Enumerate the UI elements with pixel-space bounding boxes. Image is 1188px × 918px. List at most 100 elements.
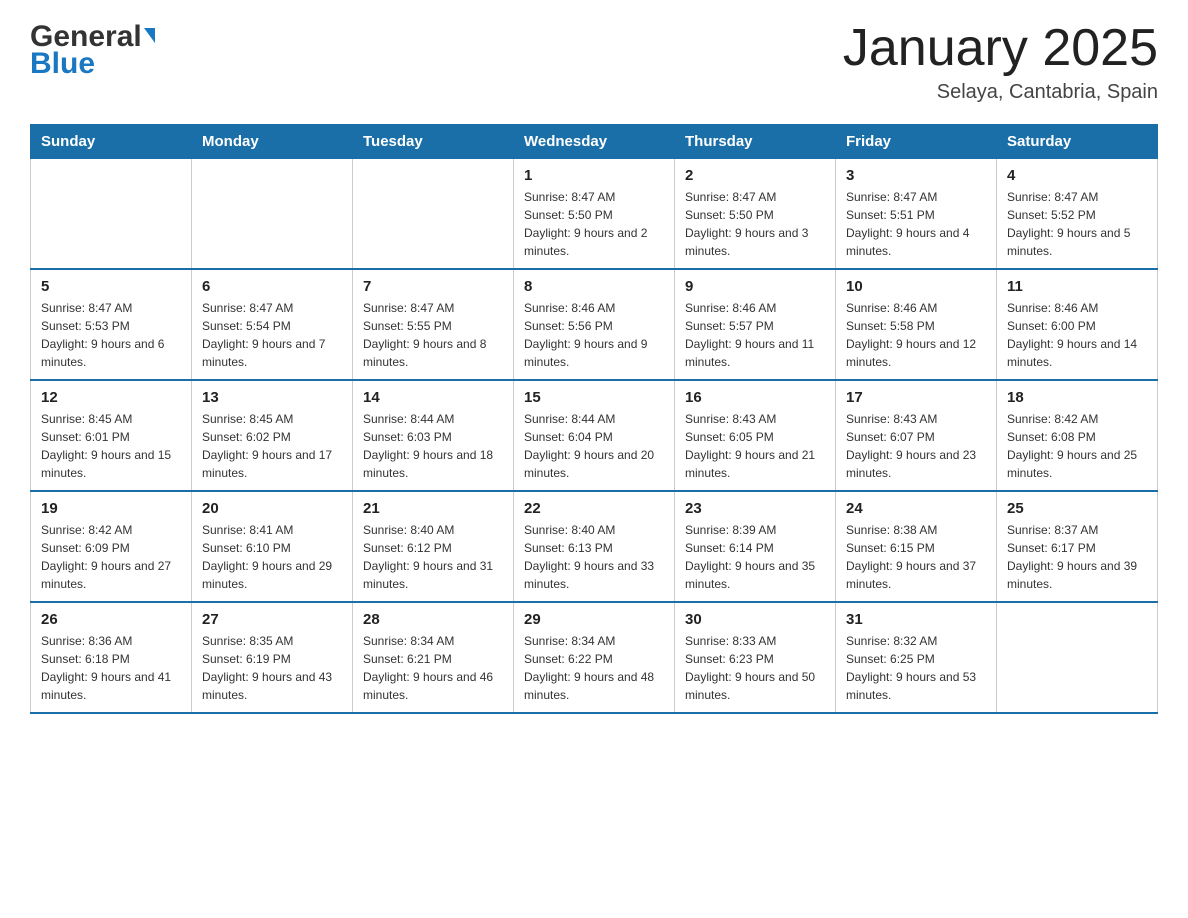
day-number: 5 — [41, 278, 181, 295]
day-info: Sunrise: 8:47 AM Sunset: 5:50 PM Dayligh… — [524, 188, 664, 260]
day-info: Sunrise: 8:33 AM Sunset: 6:23 PM Dayligh… — [685, 632, 825, 704]
day-number: 17 — [846, 389, 986, 406]
calendar-day-13: 13Sunrise: 8:45 AM Sunset: 6:02 PM Dayli… — [192, 380, 353, 491]
day-info: Sunrise: 8:34 AM Sunset: 6:21 PM Dayligh… — [363, 632, 503, 704]
calendar-day-19: 19Sunrise: 8:42 AM Sunset: 6:09 PM Dayli… — [31, 491, 192, 602]
day-number: 6 — [202, 278, 342, 295]
day-info: Sunrise: 8:45 AM Sunset: 6:02 PM Dayligh… — [202, 410, 342, 482]
day-number: 27 — [202, 611, 342, 628]
day-number: 28 — [363, 611, 503, 628]
day-info: Sunrise: 8:47 AM Sunset: 5:54 PM Dayligh… — [202, 299, 342, 371]
calendar-week-row: 19Sunrise: 8:42 AM Sunset: 6:09 PM Dayli… — [31, 491, 1158, 602]
calendar-day-14: 14 Sunrise: 8:44 AM Sunset: 6:03 PM Dayli… — [353, 380, 514, 491]
day-info: Sunrise: 8:45 AM Sunset: 6:01 PM Dayligh… — [41, 410, 181, 482]
day-number: 19 — [41, 500, 181, 517]
calendar-day-10: 10 Sunrise: 8:46 AM Sunset: 5:58 PM Dayli… — [836, 269, 997, 380]
header-tuesday: Tuesday — [353, 125, 514, 159]
title-area: January 2025 Selaya, Cantabria, Spain — [843, 20, 1158, 104]
calendar-day-3: 3 Sunrise: 8:47 AM Sunset: 5:51 PM Daylig… — [836, 159, 997, 270]
day-number: 12 — [41, 389, 181, 406]
day-info: Sunrise: 8:46 AM Sunset: 5:56 PM Dayligh… — [524, 299, 664, 371]
day-number: 11 — [1007, 278, 1147, 295]
calendar-week-row: 26 Sunrise: 8:36 AM Sunset: 6:18 PM Dayli… — [31, 602, 1158, 713]
page-header: General Blue January 2025 Selaya, Cantab… — [30, 20, 1158, 104]
calendar-day-24: 24 Sunrise: 8:38 AM Sunset: 6:15 PM Dayli… — [836, 491, 997, 602]
day-number: 31 — [846, 611, 986, 628]
calendar-empty-cell — [997, 602, 1158, 713]
header-thursday: Thursday — [675, 125, 836, 159]
calendar-day-9: 9 Sunrise: 8:46 AM Sunset: 5:57 PM Daylig… — [675, 269, 836, 380]
day-info: Sunrise: 8:46 AM Sunset: 6:00 PM Dayligh… — [1007, 299, 1147, 371]
day-info: Sunrise: 8:47 AM Sunset: 5:51 PM Dayligh… — [846, 188, 986, 260]
day-number: 9 — [685, 278, 825, 295]
day-number: 24 — [846, 500, 986, 517]
day-number: 15 — [524, 389, 664, 406]
calendar-day-1: 1 Sunrise: 8:47 AM Sunset: 5:50 PM Daylig… — [514, 159, 675, 270]
day-info: Sunrise: 8:47 AM Sunset: 5:50 PM Dayligh… — [685, 188, 825, 260]
day-number: 1 — [524, 167, 664, 184]
day-info: Sunrise: 8:47 AM Sunset: 5:55 PM Dayligh… — [363, 299, 503, 371]
day-number: 10 — [846, 278, 986, 295]
header-friday: Friday — [836, 125, 997, 159]
calendar-day-18: 18 Sunrise: 8:42 AM Sunset: 6:08 PM Dayli… — [997, 380, 1158, 491]
day-info: Sunrise: 8:36 AM Sunset: 6:18 PM Dayligh… — [41, 632, 181, 704]
day-info: Sunrise: 8:46 AM Sunset: 5:58 PM Dayligh… — [846, 299, 986, 371]
day-number: 26 — [41, 611, 181, 628]
day-info: Sunrise: 8:47 AM Sunset: 5:53 PM Dayligh… — [41, 299, 181, 371]
day-info: Sunrise: 8:41 AM Sunset: 6:10 PM Dayligh… — [202, 521, 342, 593]
day-number: 14 — [363, 389, 503, 406]
day-number: 29 — [524, 611, 664, 628]
calendar-day-21: 21Sunrise: 8:40 AM Sunset: 6:12 PM Dayli… — [353, 491, 514, 602]
calendar-empty-cell — [31, 159, 192, 270]
day-number: 23 — [685, 500, 825, 517]
day-info: Sunrise: 8:39 AM Sunset: 6:14 PM Dayligh… — [685, 521, 825, 593]
calendar-day-4: 4 Sunrise: 8:47 AM Sunset: 5:52 PM Daylig… — [997, 159, 1158, 270]
header-monday: Monday — [192, 125, 353, 159]
calendar-week-row: 1 Sunrise: 8:47 AM Sunset: 5:50 PM Daylig… — [31, 159, 1158, 270]
calendar-table: SundayMondayTuesdayWednesdayThursdayFrid… — [30, 124, 1158, 714]
calendar-day-12: 12 Sunrise: 8:45 AM Sunset: 6:01 PM Dayli… — [31, 380, 192, 491]
logo-blue: Blue — [30, 47, 95, 80]
calendar-day-7: 7 Sunrise: 8:47 AM Sunset: 5:55 PM Daylig… — [353, 269, 514, 380]
day-info: Sunrise: 8:42 AM Sunset: 6:08 PM Dayligh… — [1007, 410, 1147, 482]
header-saturday: Saturday — [997, 125, 1158, 159]
calendar-day-30: 30 Sunrise: 8:33 AM Sunset: 6:23 PM Dayli… — [675, 602, 836, 713]
day-number: 22 — [524, 500, 664, 517]
calendar-day-17: 17 Sunrise: 8:43 AM Sunset: 6:07 PM Dayli… — [836, 380, 997, 491]
calendar-week-row: 12 Sunrise: 8:45 AM Sunset: 6:01 PM Dayli… — [31, 380, 1158, 491]
day-info: Sunrise: 8:37 AM Sunset: 6:17 PM Dayligh… — [1007, 521, 1147, 593]
calendar-day-20: 20Sunrise: 8:41 AM Sunset: 6:10 PM Dayli… — [192, 491, 353, 602]
calendar-header-row: SundayMondayTuesdayWednesdayThursdayFrid… — [31, 125, 1158, 159]
day-number: 3 — [846, 167, 986, 184]
day-number: 18 — [1007, 389, 1147, 406]
header-wednesday: Wednesday — [514, 125, 675, 159]
calendar-day-28: 28 Sunrise: 8:34 AM Sunset: 6:21 PM Dayli… — [353, 602, 514, 713]
day-info: Sunrise: 8:32 AM Sunset: 6:25 PM Dayligh… — [846, 632, 986, 704]
day-number: 25 — [1007, 500, 1147, 517]
day-number: 7 — [363, 278, 503, 295]
location-subtitle: Selaya, Cantabria, Spain — [843, 81, 1158, 104]
calendar-day-5: 5 Sunrise: 8:47 AM Sunset: 5:53 PM Daylig… — [31, 269, 192, 380]
day-info: Sunrise: 8:35 AM Sunset: 6:19 PM Dayligh… — [202, 632, 342, 704]
calendar-day-11: 11 Sunrise: 8:46 AM Sunset: 6:00 PM Dayli… — [997, 269, 1158, 380]
calendar-day-25: 25 Sunrise: 8:37 AM Sunset: 6:17 PM Dayli… — [997, 491, 1158, 602]
calendar-day-29: 29 Sunrise: 8:34 AM Sunset: 6:22 PM Dayli… — [514, 602, 675, 713]
day-info: Sunrise: 8:47 AM Sunset: 5:52 PM Dayligh… — [1007, 188, 1147, 260]
calendar-day-6: 6 Sunrise: 8:47 AM Sunset: 5:54 PM Daylig… — [192, 269, 353, 380]
day-info: Sunrise: 8:34 AM Sunset: 6:22 PM Dayligh… — [524, 632, 664, 704]
day-number: 4 — [1007, 167, 1147, 184]
day-number: 21 — [363, 500, 503, 517]
calendar-day-31: 31 Sunrise: 8:32 AM Sunset: 6:25 PM Dayli… — [836, 602, 997, 713]
day-number: 30 — [685, 611, 825, 628]
day-info: Sunrise: 8:44 AM Sunset: 6:04 PM Dayligh… — [524, 410, 664, 482]
month-year-title: January 2025 — [843, 20, 1158, 77]
logo-triangle-icon — [144, 28, 155, 43]
day-number: 2 — [685, 167, 825, 184]
day-info: Sunrise: 8:46 AM Sunset: 5:57 PM Dayligh… — [685, 299, 825, 371]
day-info: Sunrise: 8:43 AM Sunset: 6:07 PM Dayligh… — [846, 410, 986, 482]
calendar-day-27: 27 Sunrise: 8:35 AM Sunset: 6:19 PM Dayli… — [192, 602, 353, 713]
header-sunday: Sunday — [31, 125, 192, 159]
calendar-day-16: 16Sunrise: 8:43 AM Sunset: 6:05 PM Dayli… — [675, 380, 836, 491]
day-info: Sunrise: 8:44 AM Sunset: 6:03 PM Dayligh… — [363, 410, 503, 482]
day-info: Sunrise: 8:38 AM Sunset: 6:15 PM Dayligh… — [846, 521, 986, 593]
